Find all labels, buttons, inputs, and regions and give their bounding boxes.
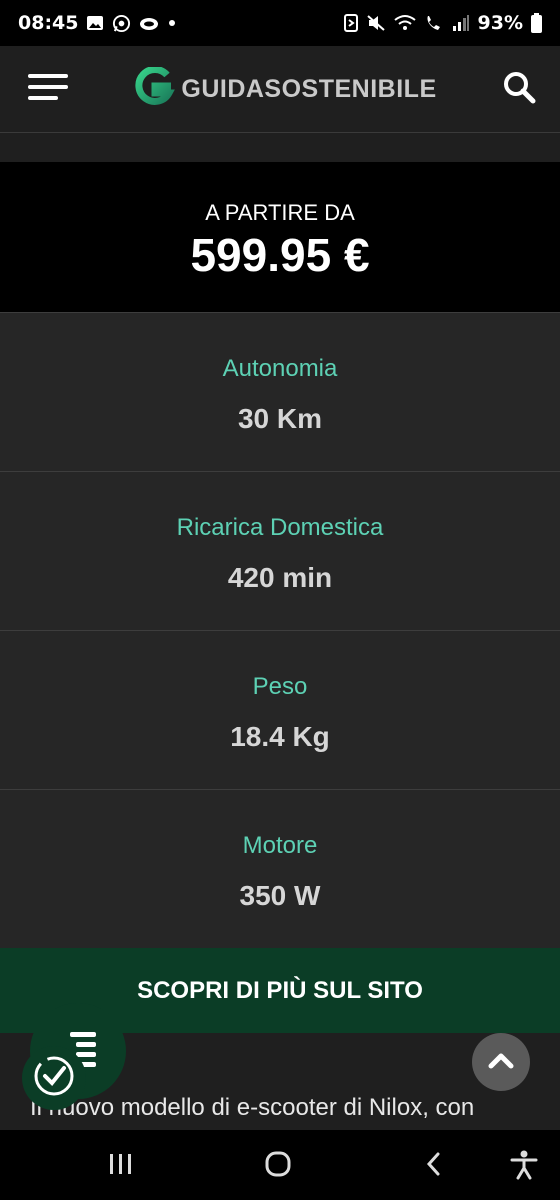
status-time: 08:45: [18, 12, 79, 34]
price-box: A PARTIRE DA 599.95 €: [0, 162, 560, 312]
search-icon[interactable]: [502, 70, 536, 108]
system-navigation-bar: [0, 1130, 560, 1200]
chevron-up-icon: [488, 1051, 514, 1073]
recent-apps-icon[interactable]: [108, 1150, 134, 1178]
spec-label: Motore: [242, 832, 318, 859]
price-value: 599.95 €: [190, 229, 370, 281]
dot-icon: [167, 18, 177, 28]
battery-icon: [531, 13, 542, 33]
wifi-call-icon: [424, 14, 444, 32]
site-header: GUIDASOSTENIBILE: [0, 46, 560, 133]
back-icon[interactable]: [422, 1150, 446, 1178]
status-bar: 08:45 93%: [0, 0, 560, 46]
spec-label: Peso: [252, 673, 308, 700]
home-icon[interactable]: [264, 1150, 292, 1178]
spec-ricarica-domestica: Ricarica Domestica 420 min: [0, 471, 560, 630]
reading-progress-button[interactable]: [22, 1046, 86, 1110]
battery-percentage: 93%: [477, 12, 523, 34]
spec-value: 350 W: [239, 880, 321, 911]
spec-value: 30 Km: [237, 403, 323, 434]
spec-label: Ricarica Domestica: [176, 514, 384, 541]
spec-value: 420 min: [227, 562, 333, 593]
scroll-to-top-button[interactable]: [472, 1033, 530, 1091]
accessibility-icon[interactable]: [510, 1150, 538, 1180]
mute-icon: [366, 14, 386, 32]
whatsapp-icon: [112, 14, 131, 33]
price-label: A PARTIRE DA: [205, 200, 355, 225]
signal-icon: [452, 14, 470, 32]
clock-check-icon: [32, 1054, 76, 1102]
spec-motore: Motore 350 W: [0, 789, 560, 948]
logo-text: GUIDASOSTENIBILE: [181, 74, 437, 103]
spec-value: 18.4 Kg: [230, 721, 330, 752]
cloud-icon: [139, 15, 159, 31]
spec-peso: Peso 18.4 Kg: [0, 630, 560, 789]
image-icon: [86, 14, 104, 32]
site-logo[interactable]: GUIDASOSTENIBILE: [133, 65, 437, 111]
nfc-icon: [343, 14, 358, 32]
wifi-icon: [393, 14, 416, 32]
hamburger-menu-icon[interactable]: [28, 73, 68, 105]
spec-label: Autonomia: [222, 355, 338, 382]
article-paragraph: Il nuovo modello di e-scooter di Nilox, …: [30, 1094, 475, 1121]
spec-autonomia: Autonomia 30 Km: [0, 312, 560, 471]
logo-mark-icon: [133, 65, 176, 111]
